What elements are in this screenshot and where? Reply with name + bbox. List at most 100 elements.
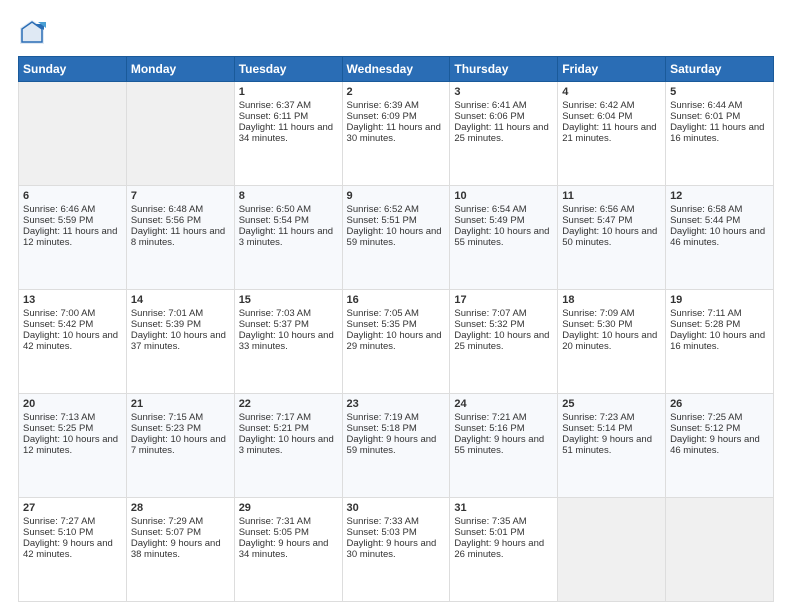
calendar-cell: 9Sunrise: 6:52 AMSunset: 5:51 PMDaylight… <box>342 186 450 290</box>
calendar-week-row: 1Sunrise: 6:37 AMSunset: 6:11 PMDaylight… <box>19 82 774 186</box>
day-number: 9 <box>347 190 446 202</box>
sunrise-text: Sunrise: 6:37 AM <box>239 100 311 111</box>
daylight-text: Daylight: 11 hours and 34 minutes. <box>239 122 333 144</box>
sunset-text: Sunset: 5:54 PM <box>239 215 309 226</box>
sunrise-text: Sunrise: 7:00 AM <box>23 308 95 319</box>
sunrise-text: Sunrise: 7:31 AM <box>239 516 311 527</box>
day-of-week-header: Monday <box>126 57 234 82</box>
calendar-cell: 28Sunrise: 7:29 AMSunset: 5:07 PMDayligh… <box>126 498 234 602</box>
sunset-text: Sunset: 5:05 PM <box>239 527 309 538</box>
day-of-week-header: Tuesday <box>234 57 342 82</box>
daylight-text: Daylight: 9 hours and 59 minutes. <box>347 434 437 456</box>
sunrise-text: Sunrise: 6:44 AM <box>670 100 742 111</box>
daylight-text: Daylight: 10 hours and 20 minutes. <box>562 330 657 352</box>
daylight-text: Daylight: 10 hours and 25 minutes. <box>454 330 549 352</box>
sunrise-text: Sunrise: 6:50 AM <box>239 204 311 215</box>
daylight-text: Daylight: 11 hours and 21 minutes. <box>562 122 656 144</box>
logo <box>18 18 50 46</box>
daylight-text: Daylight: 11 hours and 8 minutes. <box>131 226 225 248</box>
calendar-cell: 10Sunrise: 6:54 AMSunset: 5:49 PMDayligh… <box>450 186 558 290</box>
sunset-text: Sunset: 5:42 PM <box>23 319 93 330</box>
daylight-text: Daylight: 11 hours and 25 minutes. <box>454 122 548 144</box>
sunset-text: Sunset: 5:23 PM <box>131 423 201 434</box>
daylight-text: Daylight: 10 hours and 12 minutes. <box>23 434 118 456</box>
daylight-text: Daylight: 9 hours and 34 minutes. <box>239 538 329 560</box>
sunset-text: Sunset: 5:01 PM <box>454 527 524 538</box>
sunrise-text: Sunrise: 7:01 AM <box>131 308 203 319</box>
header-row: SundayMondayTuesdayWednesdayThursdayFrid… <box>19 57 774 82</box>
calendar-header: SundayMondayTuesdayWednesdayThursdayFrid… <box>19 57 774 82</box>
calendar-cell: 1Sunrise: 6:37 AMSunset: 6:11 PMDaylight… <box>234 82 342 186</box>
day-number: 23 <box>347 398 446 410</box>
calendar-cell: 25Sunrise: 7:23 AMSunset: 5:14 PMDayligh… <box>558 394 666 498</box>
sunrise-text: Sunrise: 6:46 AM <box>23 204 95 215</box>
day-of-week-header: Sunday <box>19 57 127 82</box>
sunrise-text: Sunrise: 7:19 AM <box>347 412 419 423</box>
daylight-text: Daylight: 11 hours and 16 minutes. <box>670 122 764 144</box>
calendar-body: 1Sunrise: 6:37 AMSunset: 6:11 PMDaylight… <box>19 82 774 602</box>
sunset-text: Sunset: 6:01 PM <box>670 111 740 122</box>
daylight-text: Daylight: 10 hours and 16 minutes. <box>670 330 765 352</box>
day-number: 5 <box>670 86 769 98</box>
sunset-text: Sunset: 5:07 PM <box>131 527 201 538</box>
sunset-text: Sunset: 5:44 PM <box>670 215 740 226</box>
day-number: 4 <box>562 86 661 98</box>
sunrise-text: Sunrise: 7:15 AM <box>131 412 203 423</box>
sunset-text: Sunset: 5:35 PM <box>347 319 417 330</box>
calendar-cell: 2Sunrise: 6:39 AMSunset: 6:09 PMDaylight… <box>342 82 450 186</box>
day-number: 25 <box>562 398 661 410</box>
sunset-text: Sunset: 5:21 PM <box>239 423 309 434</box>
calendar-cell: 24Sunrise: 7:21 AMSunset: 5:16 PMDayligh… <box>450 394 558 498</box>
day-number: 22 <box>239 398 338 410</box>
sunset-text: Sunset: 5:56 PM <box>131 215 201 226</box>
sunset-text: Sunset: 6:09 PM <box>347 111 417 122</box>
day-number: 17 <box>454 294 553 306</box>
daylight-text: Daylight: 10 hours and 33 minutes. <box>239 330 334 352</box>
calendar-cell: 26Sunrise: 7:25 AMSunset: 5:12 PMDayligh… <box>666 394 774 498</box>
calendar-table: SundayMondayTuesdayWednesdayThursdayFrid… <box>18 56 774 602</box>
daylight-text: Daylight: 10 hours and 59 minutes. <box>347 226 442 248</box>
daylight-text: Daylight: 9 hours and 46 minutes. <box>670 434 760 456</box>
day-of-week-header: Wednesday <box>342 57 450 82</box>
calendar-week-row: 20Sunrise: 7:13 AMSunset: 5:25 PMDayligh… <box>19 394 774 498</box>
calendar-cell: 5 Sunrise: 6:44 AMSunset: 6:01 PMDaylight… <box>666 82 774 186</box>
calendar-cell: 19Sunrise: 7:11 AMSunset: 5:28 PMDayligh… <box>666 290 774 394</box>
calendar-cell: 12Sunrise: 6:58 AMSunset: 5:44 PMDayligh… <box>666 186 774 290</box>
sunrise-text: Sunrise: 7:27 AM <box>23 516 95 527</box>
calendar-week-row: 27Sunrise: 7:27 AMSunset: 5:10 PMDayligh… <box>19 498 774 602</box>
calendar-cell: 13Sunrise: 7:00 AMSunset: 5:42 PMDayligh… <box>19 290 127 394</box>
calendar-cell <box>666 498 774 602</box>
day-number: 14 <box>131 294 230 306</box>
calendar-cell: 31Sunrise: 7:35 AMSunset: 5:01 PMDayligh… <box>450 498 558 602</box>
calendar-cell: 21Sunrise: 7:15 AMSunset: 5:23 PMDayligh… <box>126 394 234 498</box>
calendar-cell: 27Sunrise: 7:27 AMSunset: 5:10 PMDayligh… <box>19 498 127 602</box>
calendar-cell: 20Sunrise: 7:13 AMSunset: 5:25 PMDayligh… <box>19 394 127 498</box>
sunrise-text: Sunrise: 7:33 AM <box>347 516 419 527</box>
calendar-cell: 22Sunrise: 7:17 AMSunset: 5:21 PMDayligh… <box>234 394 342 498</box>
sunrise-text: Sunrise: 6:42 AM <box>562 100 634 111</box>
day-number: 10 <box>454 190 553 202</box>
day-number: 11 <box>562 190 661 202</box>
daylight-text: Daylight: 10 hours and 3 minutes. <box>239 434 334 456</box>
sunset-text: Sunset: 5:03 PM <box>347 527 417 538</box>
header <box>18 18 774 46</box>
daylight-text: Daylight: 11 hours and 3 minutes. <box>239 226 333 248</box>
sunset-text: Sunset: 5:10 PM <box>23 527 93 538</box>
sunrise-text: Sunrise: 7:29 AM <box>131 516 203 527</box>
sunrise-text: Sunrise: 6:41 AM <box>454 100 526 111</box>
sunset-text: Sunset: 6:11 PM <box>239 111 309 122</box>
day-number: 24 <box>454 398 553 410</box>
day-of-week-header: Saturday <box>666 57 774 82</box>
daylight-text: Daylight: 11 hours and 12 minutes. <box>23 226 117 248</box>
day-number: 13 <box>23 294 122 306</box>
calendar-cell <box>126 82 234 186</box>
sunrise-text: Sunrise: 7:21 AM <box>454 412 526 423</box>
daylight-text: Daylight: 10 hours and 50 minutes. <box>562 226 657 248</box>
sunset-text: Sunset: 6:06 PM <box>454 111 524 122</box>
calendar-week-row: 13 Sunrise: 7:00 AMSunset: 5:42 PM Dayligh… <box>19 290 774 394</box>
sunrise-text: Sunrise: 7:05 AM <box>347 308 419 319</box>
logo-icon <box>18 18 46 46</box>
sunset-text: Sunset: 5:37 PM <box>239 319 309 330</box>
day-number: 21 <box>131 398 230 410</box>
daylight-text: Daylight: 11 hours and 30 minutes. <box>347 122 441 144</box>
